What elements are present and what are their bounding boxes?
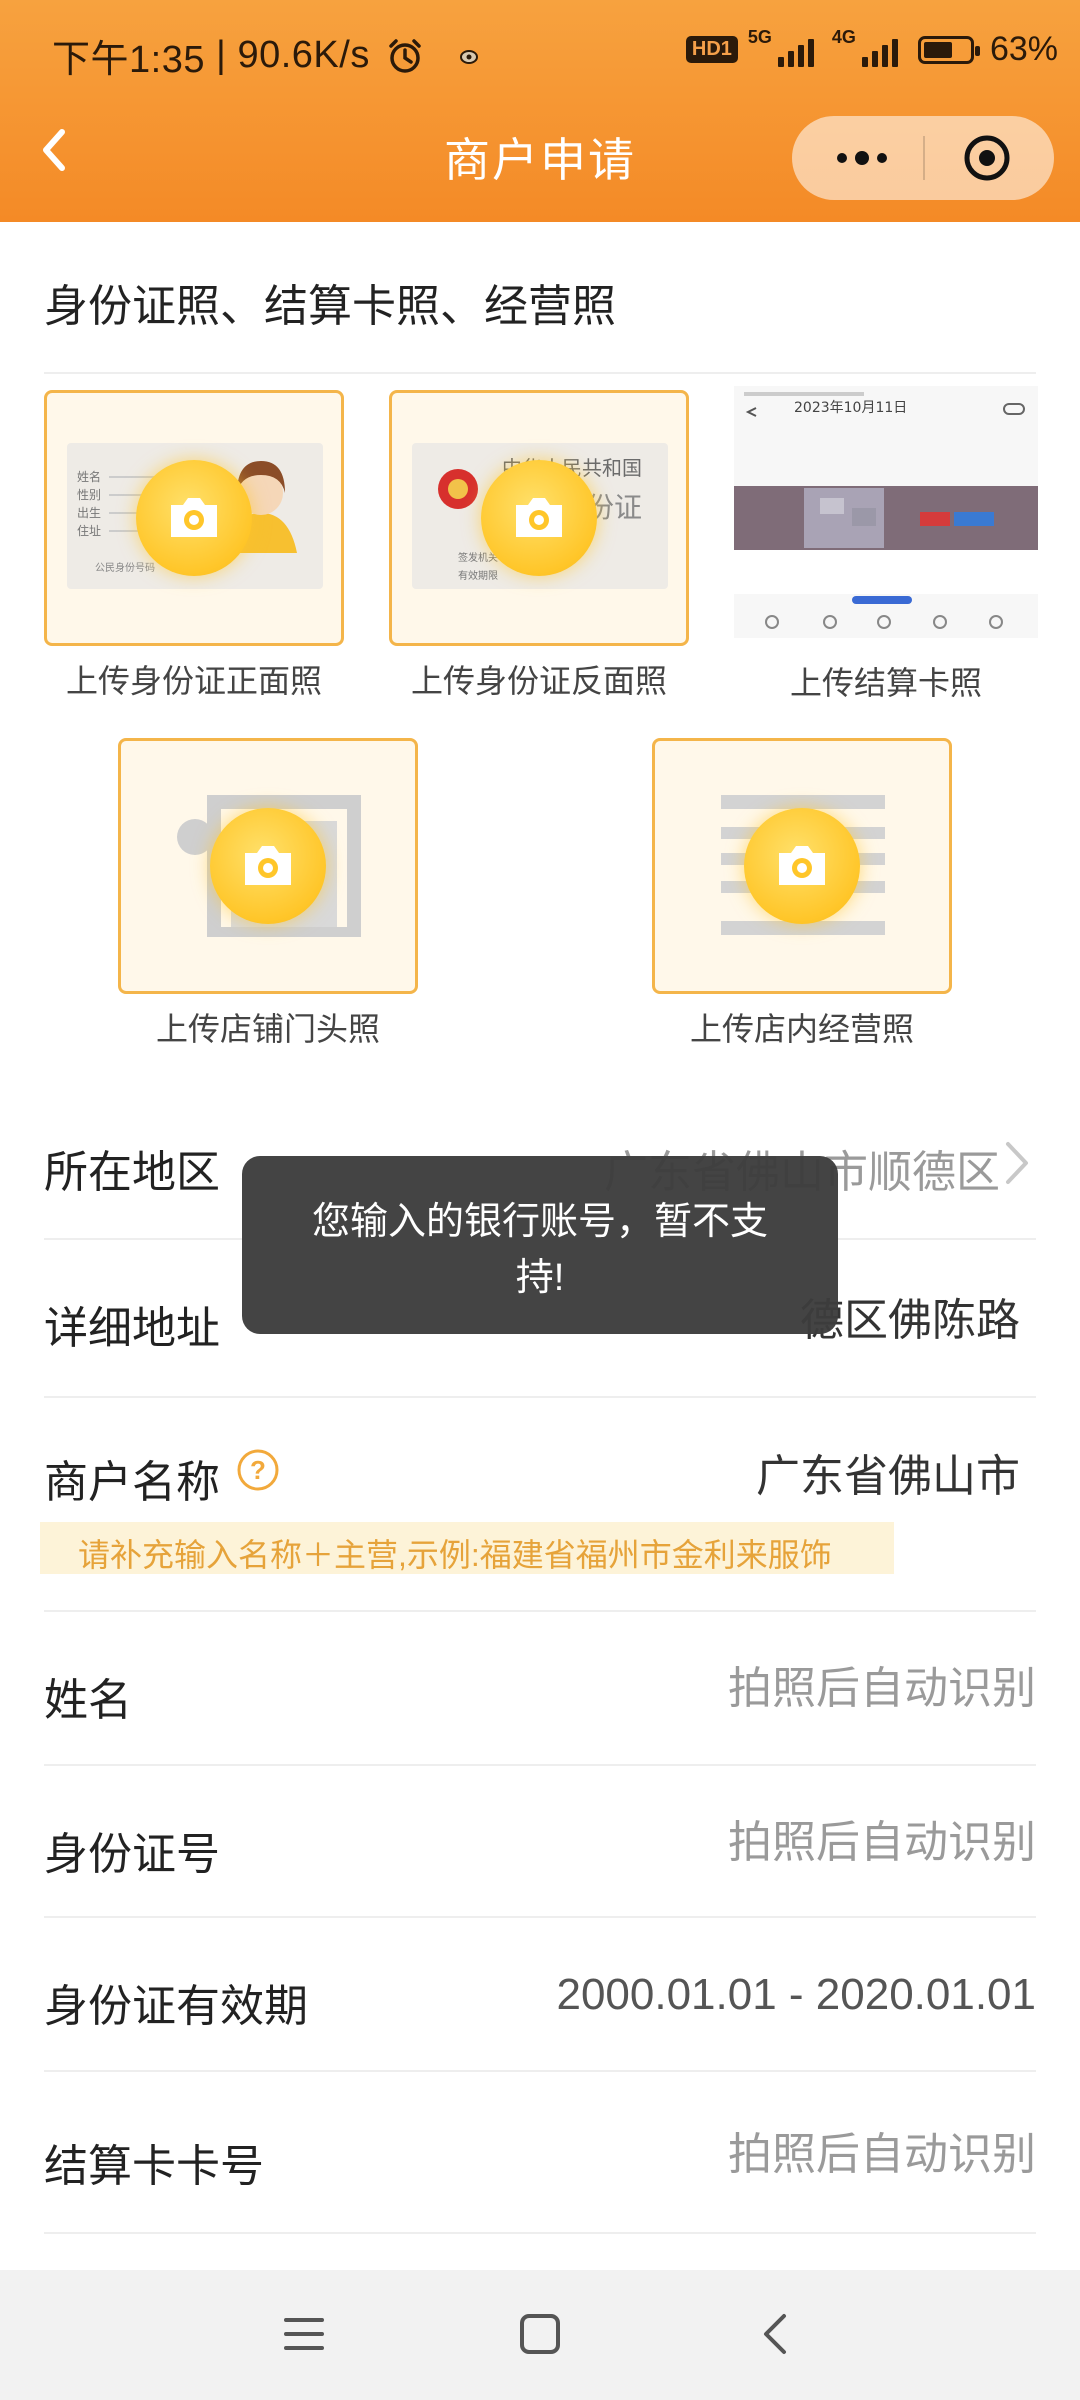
merchant-name-input[interactable]: 广东省佛山市 <box>756 1440 1020 1504</box>
id-number-label: 身份证号 <box>44 1830 220 1879</box>
more-dot-icon <box>837 153 847 163</box>
home-icon[interactable] <box>518 2312 562 2356</box>
camera-icon <box>744 808 860 924</box>
id-front-field-name: 姓名 <box>77 469 101 484</box>
upload-id-front-tile[interactable]: 姓名 性别 出生 住址 公民身份号码 <box>44 390 344 646</box>
network-5g-label: 5G <box>747 27 772 47</box>
camera-icon <box>136 460 252 576</box>
settlement-card-image: 2023年10月11日 <box>734 386 1038 638</box>
camera-icon <box>481 460 597 576</box>
card-number-label: 结算卡卡号 <box>44 2142 264 2191</box>
divider <box>44 2070 1036 2072</box>
upload-storefront-label: 上传店铺门头照 <box>155 1011 380 1047</box>
signal-5g-icon <box>777 33 814 67</box>
status-bar: 下午1:35 | 90.6K/s HD1 5G 4G 63% <box>0 0 1080 104</box>
divider <box>44 1610 1036 1612</box>
divider <box>44 1396 1036 1398</box>
status-speed: 90.6K/s <box>237 34 370 76</box>
mini-program-capsule <box>792 116 1054 200</box>
upload-interior-label: 上传店内经营照 <box>689 1011 914 1047</box>
close-mini-program-icon[interactable] <box>962 133 1012 183</box>
divider <box>44 372 1036 374</box>
status-left: 下午1:35 | 90.6K/s <box>52 28 482 83</box>
id-front-field-address: 住址 <box>77 524 101 538</box>
camera-icon <box>210 808 326 924</box>
more-dot-icon <box>855 151 869 165</box>
id-validity-label: 身份证有效期 <box>44 1982 308 2031</box>
battery-icon <box>917 35 980 64</box>
battery-fill <box>923 41 952 58</box>
region-label: 所在地区 <box>44 1148 220 1197</box>
upload-id-back-label: 上传身份证反面照 <box>410 663 667 699</box>
upload-section-title: 身份证照、结算卡照、经营照 <box>44 282 616 331</box>
alarm-icon <box>389 38 421 73</box>
id-validity-value[interactable]: 2000.01.01 - 2020.01.01 <box>556 1970 1036 2020</box>
merchant-name-label: 商户名称 <box>44 1458 220 1507</box>
id-number-input[interactable]: 拍照后自动识别 <box>728 1806 1036 1870</box>
error-toast: 您输入的银行账号，暂不支持! <box>242 1156 838 1334</box>
battery-percent: 63% <box>989 30 1058 68</box>
divider <box>44 2232 1036 2234</box>
menu-icon[interactable] <box>282 2314 326 2354</box>
card-number-input[interactable]: 拍照后自动识别 <box>728 2118 1036 2182</box>
capsule-divider <box>923 136 925 180</box>
chevron-right-icon[interactable] <box>1002 1138 1032 1188</box>
id-front-field-birth: 出生 <box>77 506 101 520</box>
system-back-icon[interactable] <box>756 2310 796 2358</box>
status-time: 下午1:35 <box>52 39 205 81</box>
divider <box>44 1916 1036 1918</box>
help-icon[interactable]: ? <box>236 1448 280 1492</box>
upload-storefront-tile[interactable] <box>118 738 418 994</box>
more-options-button[interactable] <box>822 116 902 200</box>
address-label: 详细地址 <box>44 1304 220 1353</box>
upload-id-back-tile[interactable]: 中华人民共和国 居民身份证 签发机关 有效期限 <box>389 390 689 646</box>
app-notification-icon <box>459 49 478 64</box>
hd-badge: HD1 <box>685 36 738 63</box>
status-right: HD1 5G 4G 63% <box>685 27 1058 69</box>
id-front-field-gender: 性别 <box>77 488 101 502</box>
name-input[interactable]: 拍照后自动识别 <box>728 1652 1036 1716</box>
signal-4g-icon <box>861 33 898 67</box>
name-label: 姓名 <box>44 1676 132 1725</box>
svg-text:?: ? <box>250 1455 266 1485</box>
divider <box>44 1764 1036 1766</box>
app-header: 下午1:35 | 90.6K/s HD1 5G 4G 63% 商户申请 <box>0 0 1080 222</box>
merchant-name-hint-text: 请补充输入名称＋主营,示例:福建省福州市金利来服饰 <box>78 1537 832 1573</box>
more-dot-icon <box>877 153 887 163</box>
merchant-name-hint: 请补充输入名称＋主营,示例:福建省福州市金利来服饰 <box>40 1522 894 1574</box>
upload-id-front-label: 上传身份证正面照 <box>65 663 322 699</box>
upload-interior-tile[interactable] <box>652 738 952 994</box>
id-back-field-validity: 有效期限 <box>458 569 498 582</box>
id-front-field-number: 公民身份号码 <box>95 561 155 574</box>
network-4g-label: 4G <box>831 27 856 47</box>
upload-card-label: 上传结算卡照 <box>789 665 982 701</box>
settlement-card-photo[interactable]: 2023年10月11日 <box>734 386 1038 638</box>
system-navigation-bar <box>0 2270 1080 2400</box>
card-photo-date: 2023年10月11日 <box>794 400 907 416</box>
